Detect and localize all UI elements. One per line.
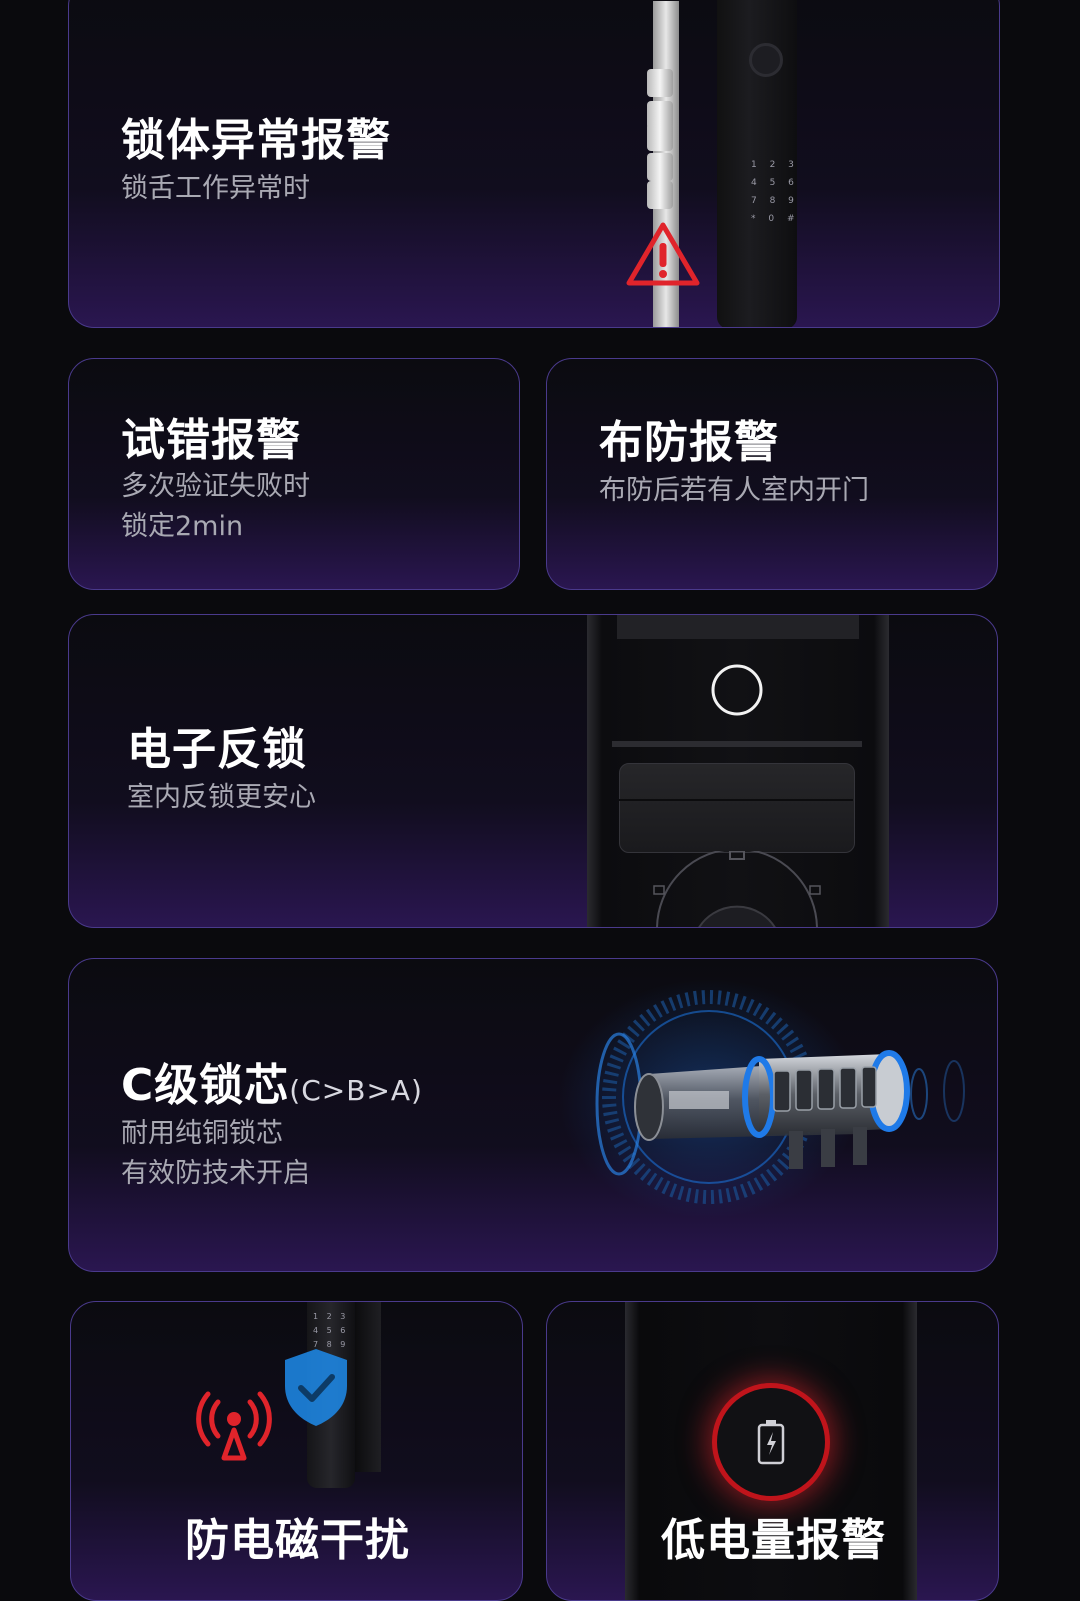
battery-icon bbox=[757, 1420, 785, 1465]
keypad: 1 2 3 4 5 6 7 8 9 * 0 # bbox=[751, 160, 800, 224]
card-subtitle: 室内反锁更安心 bbox=[127, 782, 316, 813]
card-c-grade-cylinder: C级锁芯(C>B>A) 耐用纯铜锁芯 有效防技术开启 bbox=[68, 958, 998, 1272]
warning-triangle-icon bbox=[626, 222, 700, 286]
knob-dial-icon bbox=[653, 851, 821, 927]
card-subtitle: 锁舌工作异常时 bbox=[121, 173, 310, 204]
card-subtitle: 布防后若有人室内开门 bbox=[599, 475, 869, 506]
card-title: C级锁芯(C>B>A) bbox=[121, 1060, 423, 1111]
card-title: 试错报警 bbox=[121, 415, 301, 466]
shield-check-icon bbox=[285, 1349, 347, 1426]
card-title: 锁体异常报警 bbox=[121, 115, 391, 166]
card-trial-error-alarm: 试错报警 多次验证失败时 锁定2min bbox=[68, 358, 520, 590]
lock-body-image: 1 2 3 4 5 6 7 8 9 * 0 # bbox=[626, 0, 819, 327]
card-lock-body-alarm: 锁体异常报警 锁舌工作异常时 1 2 3 4 5 6 7 8 9 * 0 # bbox=[68, 0, 1000, 328]
card-anti-em-interference: 1 2 34 5 67 8 9 防电磁干扰 bbox=[70, 1301, 523, 1601]
fingerprint-ring-icon bbox=[711, 664, 763, 716]
card-title: 电子反锁 bbox=[127, 724, 307, 775]
card-low-battery-alarm: 低电量报警 bbox=[546, 1301, 999, 1601]
card-electronic-deadlock: 电子反锁 室内反锁更安心 bbox=[68, 614, 998, 928]
grade-suffix: (C>B>A) bbox=[289, 1074, 423, 1107]
card-title: 布防报警 bbox=[599, 417, 779, 468]
card-subtitle: 耐用纯铜锁芯 有效防技术开启 bbox=[121, 1118, 310, 1189]
lock-cylinder-image bbox=[559, 979, 965, 1219]
camera-icon bbox=[749, 43, 783, 77]
card-subtitle: 多次验证失败时 锁定2min bbox=[121, 471, 310, 542]
card-arming-alarm: 布防报警 布防后若有人室内开门 bbox=[546, 358, 998, 590]
card-title: 防电磁干扰 bbox=[185, 1515, 410, 1566]
card-title: 低电量报警 bbox=[661, 1515, 886, 1566]
signal-alert-icon bbox=[196, 1391, 272, 1461]
lock-panel-image bbox=[587, 615, 889, 927]
